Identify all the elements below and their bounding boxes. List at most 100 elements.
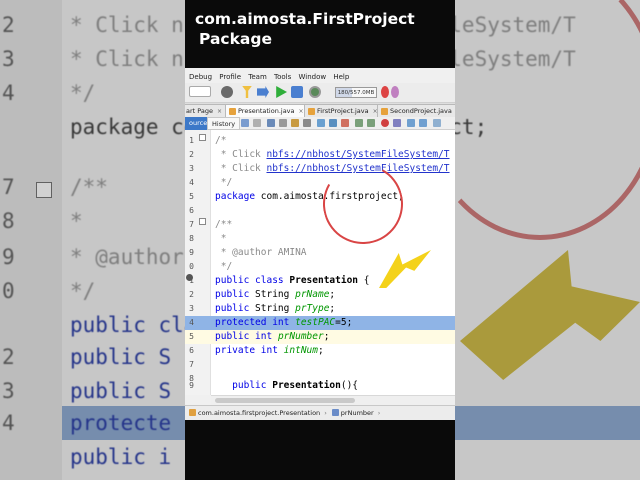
code-token: public [215, 303, 250, 314]
code-token: public int [215, 331, 273, 342]
toggle-highlight-icon[interactable] [303, 119, 311, 127]
code-text: /* [215, 134, 226, 148]
code-text: public String prName; [215, 288, 335, 302]
debug-icon[interactable] [291, 86, 303, 98]
code-token: Presentation [272, 380, 341, 391]
code-token: ; [317, 345, 324, 356]
code-token: (){ [340, 380, 359, 391]
code-token: * @author AMINA [215, 247, 307, 258]
menu-window[interactable]: Window [299, 73, 327, 81]
code-text: protected int testPAC=5; [215, 316, 352, 330]
fold-icon[interactable] [199, 134, 206, 141]
find-prev-icon[interactable] [279, 119, 287, 127]
tab-secondproject[interactable]: SecondProject.java× [377, 104, 455, 117]
override-marker-icon[interactable] [186, 274, 193, 281]
tab-start-page[interactable]: art Page × [185, 104, 227, 117]
breadcrumb-class[interactable]: com.aimosta.firstproject.Presentation [198, 409, 320, 417]
code-line[interactable]: 9 * @author AMINA [185, 246, 455, 260]
memory-indicator[interactable]: 180/557.0MB [335, 87, 377, 98]
code-token: /** [215, 219, 233, 230]
code-line[interactable]: 2 * Click nbfs://nbhost/SystemFileSystem… [185, 148, 455, 162]
line-number: 5 [189, 332, 194, 341]
code-line[interactable]: 3 * Click nbfs://nbhost/SystemFileSystem… [185, 162, 455, 176]
code-token: package [215, 191, 256, 202]
find-next-icon[interactable] [291, 119, 299, 127]
code-token: public [215, 380, 267, 391]
breadcrumb-field[interactable]: prNumber [341, 409, 374, 417]
prev-bookmark-icon[interactable] [329, 119, 337, 127]
code-token: nbfs://nbhost/SystemFileSystem/T [266, 149, 450, 160]
bookmark-icon[interactable] [317, 119, 325, 127]
close-icon[interactable]: × [299, 108, 304, 115]
uncomment-icon[interactable] [419, 119, 427, 127]
menu-help[interactable]: Help [333, 73, 349, 81]
line-number: 0 [189, 262, 194, 271]
shift-left-icon[interactable] [355, 119, 363, 127]
run-icon[interactable] [276, 86, 287, 98]
tab-presentation[interactable]: Presentation.java × [225, 104, 308, 117]
code-line[interactable]: 6 private int intNum; [185, 344, 455, 358]
fold-icon[interactable] [199, 218, 206, 225]
menu-bar: Debug Profile Team Tools Window Help [185, 71, 455, 83]
clean-build-icon[interactable] [257, 86, 269, 98]
line-number: 4 [189, 178, 194, 187]
code-token: String [249, 289, 296, 300]
java-file-icon [381, 108, 388, 115]
line-number: 9 [189, 248, 194, 257]
tab-firstproject[interactable]: FirstProject.java × [304, 104, 382, 117]
history-tab[interactable]: History [207, 117, 241, 130]
next-bookmark-icon[interactable] [341, 119, 349, 127]
code-line[interactable]: 4 protected int testPAC=5; [185, 316, 455, 330]
bottom-letterbox [185, 420, 455, 480]
code-line[interactable]: 5 package com.aimosta.firstproject; [185, 190, 455, 204]
back-icon[interactable] [241, 119, 249, 127]
globe-icon[interactable] [221, 86, 233, 98]
close-icon[interactable]: × [217, 108, 222, 115]
code-line[interactable]: 1 /* [185, 134, 455, 148]
code-line[interactable]: 2 public String prName; [185, 288, 455, 302]
code-token: */ [215, 261, 233, 272]
code-token: * Click [215, 149, 267, 160]
code-line[interactable]: 9 public Presentation(){ [185, 379, 455, 393]
code-line[interactable]: 1 public class Presentation { [185, 274, 455, 288]
menu-debug[interactable]: Debug [189, 73, 212, 81]
search-icon[interactable] [267, 119, 275, 127]
line-number: 9 [189, 381, 194, 390]
macro-record-icon[interactable] [381, 119, 389, 127]
code-token: prNumber [277, 331, 324, 342]
menu-team[interactable]: Team [248, 73, 267, 81]
caption-line-1: com.aimosta.FirstProject [195, 10, 415, 28]
code-text: * [215, 232, 227, 246]
menu-tools[interactable]: Tools [274, 73, 291, 81]
macro-stop-icon[interactable] [393, 119, 401, 127]
notification-icon[interactable] [391, 86, 399, 98]
gc-icon[interactable] [381, 86, 389, 98]
editor-toolbar: ource History [185, 117, 455, 130]
comment-icon[interactable] [407, 119, 415, 127]
horizontal-scrollbar[interactable] [211, 395, 455, 405]
code-text: private int intNum; [215, 344, 324, 358]
menu-profile[interactable]: Profile [219, 73, 241, 81]
hammer-icon[interactable] [242, 86, 252, 98]
code-token: Presentation [289, 275, 359, 286]
diff-icon[interactable] [433, 119, 441, 127]
code-line[interactable]: 7 /** [185, 218, 455, 232]
code-line[interactable]: 5 public int prNumber; [185, 330, 455, 344]
code-line[interactable]: 8 * [185, 232, 455, 246]
line-number: 1 [189, 136, 194, 145]
line-number: 3 [189, 304, 194, 313]
code-line[interactable]: 3 public String prType; [185, 302, 455, 316]
code-line[interactable]: 6 [185, 204, 455, 218]
class-icon [189, 409, 196, 416]
config-dropdown[interactable] [189, 86, 211, 97]
profile-icon[interactable] [309, 86, 321, 98]
java-file-icon [229, 108, 236, 115]
breadcrumb-bar: com.aimosta.firstproject.Presentation › pr… [185, 405, 455, 420]
code-line[interactable]: 7 [185, 358, 455, 372]
forward-icon[interactable] [253, 119, 261, 127]
shift-right-icon[interactable] [367, 119, 375, 127]
scrollbar-thumb[interactable] [215, 398, 355, 403]
code-token: /* [215, 135, 227, 146]
java-file-icon [308, 108, 315, 115]
code-line[interactable]: 4 */ [185, 176, 455, 190]
